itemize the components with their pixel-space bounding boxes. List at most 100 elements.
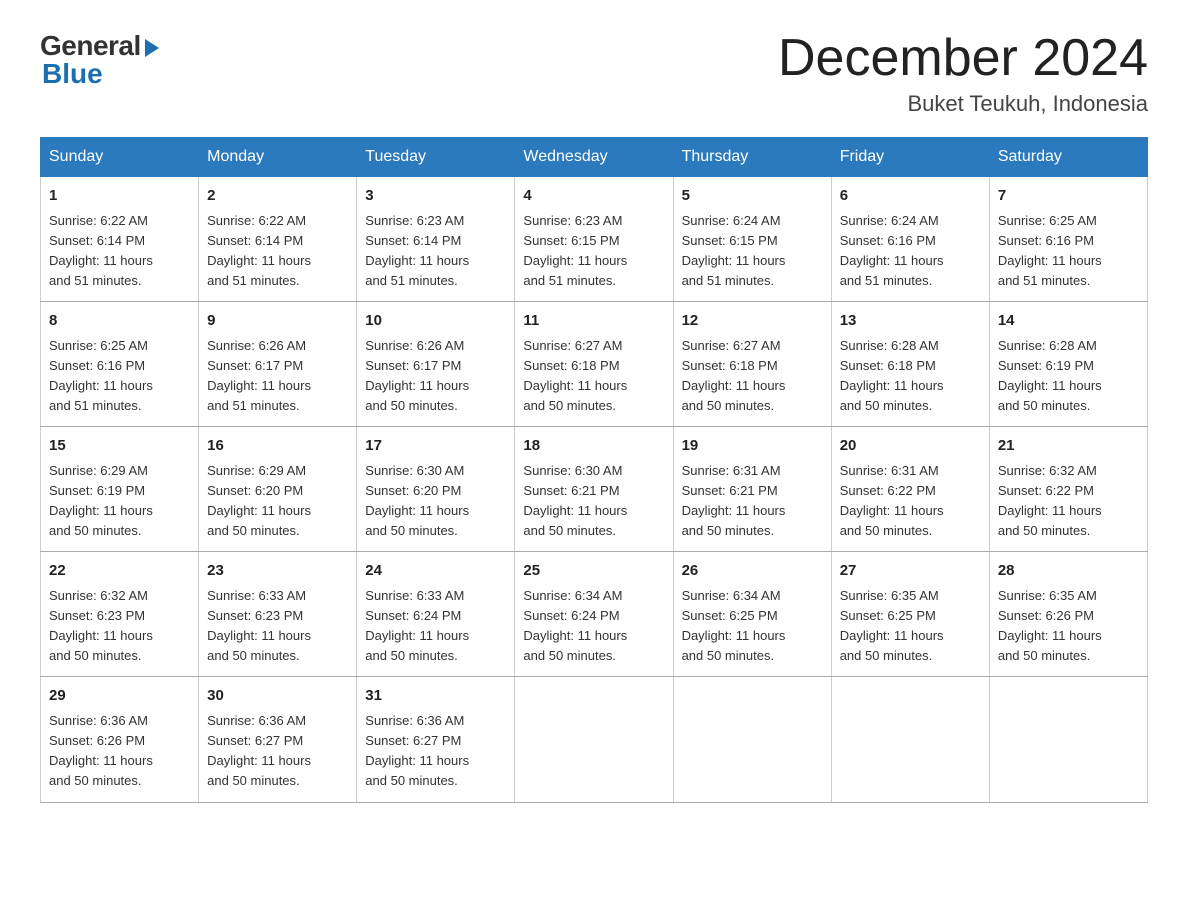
location-title: Buket Teukuh, Indonesia (778, 91, 1148, 117)
day-info: Sunrise: 6:31 AMSunset: 6:21 PMDaylight:… (682, 461, 823, 542)
day-number: 13 (840, 310, 981, 333)
calendar-cell: 7 Sunrise: 6:25 AMSunset: 6:16 PMDaylight… (989, 177, 1147, 302)
calendar-cell: 11 Sunrise: 6:27 AMSunset: 6:18 PMDayligh… (515, 302, 673, 427)
header-monday: Monday (199, 138, 357, 177)
calendar-cell: 10Sunrise: 6:26 AMSunset: 6:17 PMDayligh… (357, 302, 515, 427)
header-friday: Friday (831, 138, 989, 177)
day-info: Sunrise: 6:26 AMSunset: 6:17 PMDaylight:… (207, 336, 348, 417)
day-number: 12 (682, 310, 823, 333)
header-thursday: Thursday (673, 138, 831, 177)
calendar-cell: 12 Sunrise: 6:27 AMSunset: 6:18 PMDayligh… (673, 302, 831, 427)
day-info: Sunrise: 6:35 AMSunset: 6:26 PMDaylight:… (998, 586, 1139, 667)
calendar-cell: 25Sunrise: 6:34 AMSunset: 6:24 PMDayligh… (515, 552, 673, 677)
day-number: 11 (523, 310, 664, 333)
calendar-cell: 26Sunrise: 6:34 AMSunset: 6:25 PMDayligh… (673, 552, 831, 677)
day-info: Sunrise: 6:32 AMSunset: 6:22 PMDaylight:… (998, 461, 1139, 542)
day-number: 20 (840, 435, 981, 458)
calendar-cell (831, 677, 989, 802)
day-info: Sunrise: 6:34 AMSunset: 6:24 PMDaylight:… (523, 586, 664, 667)
day-number: 3 (365, 185, 506, 208)
calendar-cell: 23Sunrise: 6:33 AMSunset: 6:23 PMDayligh… (199, 552, 357, 677)
calendar-header-row: SundayMondayTuesdayWednesdayThursdayFrid… (41, 138, 1148, 177)
month-title: December 2024 (778, 30, 1148, 87)
calendar-cell: 9 Sunrise: 6:26 AMSunset: 6:17 PMDaylight… (199, 302, 357, 427)
day-info: Sunrise: 6:29 AMSunset: 6:20 PMDaylight:… (207, 461, 348, 542)
calendar-cell: 14Sunrise: 6:28 AMSunset: 6:19 PMDayligh… (989, 302, 1147, 427)
day-info: Sunrise: 6:32 AMSunset: 6:23 PMDaylight:… (49, 586, 190, 667)
calendar-cell: 16 Sunrise: 6:29 AMSunset: 6:20 PMDayligh… (199, 427, 357, 552)
calendar-cell: 4Sunrise: 6:23 AMSunset: 6:15 PMDaylight… (515, 177, 673, 302)
day-info: Sunrise: 6:26 AMSunset: 6:17 PMDaylight:… (365, 336, 506, 417)
day-info: Sunrise: 6:28 AMSunset: 6:18 PMDaylight:… (840, 336, 981, 417)
calendar-cell: 24Sunrise: 6:33 AMSunset: 6:24 PMDayligh… (357, 552, 515, 677)
calendar-cell: 3 Sunrise: 6:23 AMSunset: 6:14 PMDaylight… (357, 177, 515, 302)
header-tuesday: Tuesday (357, 138, 515, 177)
day-info: Sunrise: 6:30 AMSunset: 6:20 PMDaylight:… (365, 461, 506, 542)
day-number: 27 (840, 560, 981, 583)
day-info: Sunrise: 6:22 AMSunset: 6:14 PMDaylight:… (49, 211, 190, 292)
day-number: 16 (207, 435, 348, 458)
day-info: Sunrise: 6:23 AMSunset: 6:14 PMDaylight:… (365, 211, 506, 292)
calendar-cell: 29 Sunrise: 6:36 AMSunset: 6:26 PMDayligh… (41, 677, 199, 802)
day-info: Sunrise: 6:36 AMSunset: 6:27 PMDaylight:… (365, 711, 506, 792)
day-info: Sunrise: 6:25 AMSunset: 6:16 PMDaylight:… (49, 336, 190, 417)
calendar-cell: 28 Sunrise: 6:35 AMSunset: 6:26 PMDayligh… (989, 552, 1147, 677)
day-number: 21 (998, 435, 1139, 458)
day-number: 23 (207, 560, 348, 583)
calendar-cell (673, 677, 831, 802)
calendar-cell: 1 Sunrise: 6:22 AMSunset: 6:14 PMDaylight… (41, 177, 199, 302)
day-number: 24 (365, 560, 506, 583)
day-number: 7 (998, 185, 1139, 208)
calendar-cell: 13 Sunrise: 6:28 AMSunset: 6:18 PMDayligh… (831, 302, 989, 427)
calendar-cell: 22 Sunrise: 6:32 AMSunset: 6:23 PMDayligh… (41, 552, 199, 677)
header-wednesday: Wednesday (515, 138, 673, 177)
day-info: Sunrise: 6:31 AMSunset: 6:22 PMDaylight:… (840, 461, 981, 542)
calendar-week-row: 8 Sunrise: 6:25 AMSunset: 6:16 PMDaylight… (41, 302, 1148, 427)
calendar-week-row: 22 Sunrise: 6:32 AMSunset: 6:23 PMDayligh… (41, 552, 1148, 677)
logo-arrow-icon (145, 39, 159, 57)
day-info: Sunrise: 6:25 AMSunset: 6:16 PMDaylight:… (998, 211, 1139, 292)
day-info: Sunrise: 6:22 AMSunset: 6:14 PMDaylight:… (207, 211, 348, 292)
calendar-cell: 18 Sunrise: 6:30 AMSunset: 6:21 PMDayligh… (515, 427, 673, 552)
day-number: 29 (49, 685, 190, 708)
day-number: 14 (998, 310, 1139, 333)
day-number: 26 (682, 560, 823, 583)
calendar-cell: 30Sunrise: 6:36 AMSunset: 6:27 PMDayligh… (199, 677, 357, 802)
day-number: 9 (207, 310, 348, 333)
logo: General Blue (40, 30, 159, 90)
day-info: Sunrise: 6:27 AMSunset: 6:18 PMDaylight:… (523, 336, 664, 417)
day-number: 22 (49, 560, 190, 583)
day-info: Sunrise: 6:30 AMSunset: 6:21 PMDaylight:… (523, 461, 664, 542)
header-sunday: Sunday (41, 138, 199, 177)
calendar-cell (515, 677, 673, 802)
day-number: 31 (365, 685, 506, 708)
day-number: 6 (840, 185, 981, 208)
day-number: 28 (998, 560, 1139, 583)
calendar-cell: 19Sunrise: 6:31 AMSunset: 6:21 PMDayligh… (673, 427, 831, 552)
page-header: General Blue December 2024 Buket Teukuh,… (40, 30, 1148, 117)
day-info: Sunrise: 6:36 AMSunset: 6:26 PMDaylight:… (49, 711, 190, 792)
calendar-cell: 2 Sunrise: 6:22 AMSunset: 6:14 PMDaylight… (199, 177, 357, 302)
calendar-cell (989, 677, 1147, 802)
day-info: Sunrise: 6:24 AMSunset: 6:15 PMDaylight:… (682, 211, 823, 292)
calendar-cell: 8 Sunrise: 6:25 AMSunset: 6:16 PMDaylight… (41, 302, 199, 427)
day-number: 2 (207, 185, 348, 208)
day-number: 18 (523, 435, 664, 458)
calendar-cell: 6 Sunrise: 6:24 AMSunset: 6:16 PMDaylight… (831, 177, 989, 302)
day-number: 8 (49, 310, 190, 333)
day-info: Sunrise: 6:29 AMSunset: 6:19 PMDaylight:… (49, 461, 190, 542)
day-number: 1 (49, 185, 190, 208)
title-area: December 2024 Buket Teukuh, Indonesia (778, 30, 1148, 117)
calendar-cell: 31 Sunrise: 6:36 AMSunset: 6:27 PMDayligh… (357, 677, 515, 802)
calendar-week-row: 29 Sunrise: 6:36 AMSunset: 6:26 PMDayligh… (41, 677, 1148, 802)
day-number: 15 (49, 435, 190, 458)
day-number: 5 (682, 185, 823, 208)
calendar-week-row: 1 Sunrise: 6:22 AMSunset: 6:14 PMDaylight… (41, 177, 1148, 302)
calendar-cell: 27Sunrise: 6:35 AMSunset: 6:25 PMDayligh… (831, 552, 989, 677)
header-saturday: Saturday (989, 138, 1147, 177)
calendar-table: SundayMondayTuesdayWednesdayThursdayFrid… (40, 137, 1148, 802)
day-info: Sunrise: 6:27 AMSunset: 6:18 PMDaylight:… (682, 336, 823, 417)
calendar-cell: 17Sunrise: 6:30 AMSunset: 6:20 PMDayligh… (357, 427, 515, 552)
day-info: Sunrise: 6:24 AMSunset: 6:16 PMDaylight:… (840, 211, 981, 292)
calendar-cell: 20 Sunrise: 6:31 AMSunset: 6:22 PMDayligh… (831, 427, 989, 552)
